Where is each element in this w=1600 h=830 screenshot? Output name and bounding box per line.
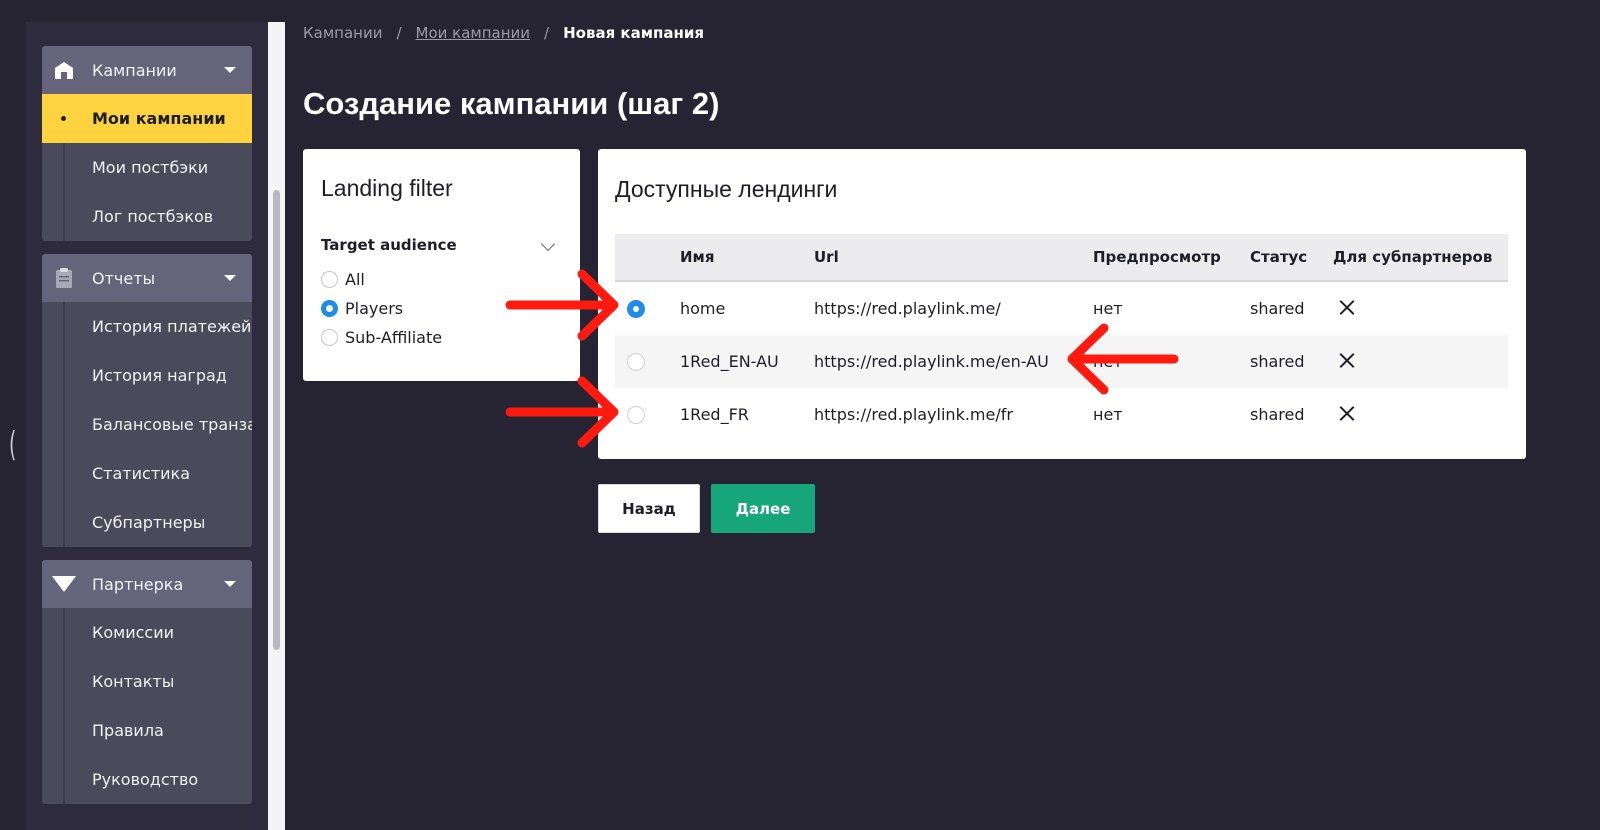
row-radio-button[interactable]	[627, 352, 645, 371]
landing-preview: нет	[1093, 405, 1123, 424]
breadcrumb-separator: /	[396, 24, 402, 42]
sidebar-collapse-rail[interactable]: (	[0, 0, 25, 830]
landing-url: https://red.playlink.me/	[814, 299, 1001, 318]
sidebar-item-statistics[interactable]: Статистика	[42, 449, 252, 498]
table-row[interactable]: 1Red_EN-AU https://red.playlink.me/en-AU…	[615, 335, 1508, 388]
landing-status: shared	[1250, 299, 1305, 318]
landings-table: Имя Url Предпросмотр Статус Для субпартн…	[615, 234, 1508, 441]
sidebar-item-label: Правила	[92, 721, 164, 740]
sidebar-group-label: Отчеты	[92, 268, 156, 288]
sidebar-item-my-postbacks[interactable]: Мои постбэки	[42, 143, 252, 192]
sidebar-item-label: Балансовые транзакци	[92, 415, 252, 434]
filter-title: Landing filter	[321, 175, 453, 201]
column-header-url: Url	[814, 248, 839, 266]
breadcrumb: Кампании / Мои кампании / Новая кампания	[303, 24, 704, 42]
close-icon	[1339, 299, 1355, 315]
page-title: Создание кампании (шаг 2)	[303, 86, 720, 121]
table-row[interactable]: 1Red_FR https://red.playlink.me/fr нет s…	[615, 388, 1508, 441]
sidebar-item-label: Мои кампании	[92, 109, 226, 128]
breadcrumb-item-campaigns[interactable]: Кампании	[303, 24, 382, 42]
sidebar-group-header-campaigns[interactable]: Кампании	[42, 46, 252, 94]
sidebar-item-rules[interactable]: Правила	[42, 706, 252, 755]
breadcrumb-item-new-campaign: Новая кампания	[563, 24, 704, 42]
sidebar-group-header-affiliate[interactable]: Партнерка	[42, 560, 252, 608]
landing-name: home	[680, 299, 726, 318]
audience-option-players[interactable]: Players	[321, 299, 403, 318]
column-header-preview: Предпросмотр	[1093, 248, 1221, 266]
sidebar-item-label: Контакты	[92, 672, 175, 691]
sidebar-item-label: История наград	[92, 366, 227, 385]
sidebar-item-balance-transactions[interactable]: Балансовые транзакци	[42, 400, 252, 449]
sidebar-item-label: История платежей	[92, 317, 252, 336]
sidebar-group-campaigns: Кампании Мои кампании Мои постбэки Лог п…	[42, 46, 252, 241]
radio-button[interactable]	[321, 271, 338, 288]
chevron-down-icon[interactable]	[540, 236, 556, 252]
row-radio-button[interactable]	[627, 405, 645, 424]
store-icon	[52, 58, 76, 82]
sidebar-group-label: Партнерка	[92, 574, 184, 594]
sidebar-item-subpartners[interactable]: Субпартнеры	[42, 498, 252, 547]
landing-name: 1Red_FR	[680, 405, 749, 424]
radio-label: All	[345, 270, 365, 289]
sidebar-group-reports: Отчеты История платежей История наград Б…	[42, 254, 252, 547]
column-header-name: Имя	[680, 248, 715, 266]
clipboard-icon	[52, 266, 76, 290]
close-icon	[1339, 405, 1355, 421]
radio-label: Sub-Affiliate	[345, 328, 443, 347]
landing-url: https://red.playlink.me/fr	[814, 405, 1013, 424]
sidebar-item-reward-history[interactable]: История наград	[42, 351, 252, 400]
breadcrumb-item-my-campaigns[interactable]: Мои кампании	[416, 24, 531, 42]
table-header: Имя Url Предпросмотр Статус Для субпартн…	[615, 234, 1508, 282]
sidebar-item-my-campaigns[interactable]: Мои кампании	[42, 94, 252, 143]
sidebar-item-postback-log[interactable]: Лог постбэков	[42, 192, 252, 241]
sidebar-group-affiliate: Партнерка Комиссии Контакты Правила Руко…	[42, 560, 252, 804]
row-radio-button[interactable]	[627, 299, 645, 318]
sidebar-scrollbar-thumb[interactable]	[273, 190, 280, 650]
audience-option-sub-affiliate[interactable]: Sub-Affiliate	[321, 328, 442, 347]
target-audience-label: Target audience	[321, 236, 457, 254]
radio-label: Players	[345, 299, 404, 318]
landing-status: shared	[1250, 405, 1305, 424]
caret-down-icon	[224, 581, 236, 587]
sidebar-item-label: Субпартнеры	[92, 513, 206, 532]
sidebar-item-label: Статистика	[92, 464, 190, 483]
back-button[interactable]: Назад	[598, 484, 700, 533]
sidebar-item-label: Лог постбэков	[92, 207, 214, 226]
funnel-icon	[52, 572, 76, 596]
radio-button[interactable]	[321, 300, 338, 317]
table-row[interactable]: home https://red.playlink.me/ нет shared	[615, 282, 1508, 335]
sidebar-group-header-reports[interactable]: Отчеты	[42, 254, 252, 302]
chevron-left-icon[interactable]: (	[9, 428, 16, 462]
sidebar-item-label: Комиссии	[92, 623, 175, 642]
landing-filter-card: Landing filter Target audience All Playe…	[303, 149, 580, 381]
sidebar-item-commissions[interactable]: Комиссии	[42, 608, 252, 657]
landing-url: https://red.playlink.me/en-AU	[814, 352, 1049, 371]
landing-preview: нет	[1093, 352, 1123, 371]
audience-option-all[interactable]: All	[321, 270, 365, 289]
sidebar-item-guide[interactable]: Руководство	[42, 755, 252, 804]
landing-preview: нет	[1093, 299, 1123, 318]
caret-down-icon	[224, 275, 236, 281]
active-dot-icon	[61, 116, 66, 121]
close-icon	[1339, 352, 1355, 368]
landing-status: shared	[1250, 352, 1305, 371]
available-landings-card: Доступные лендинги Имя Url Предпросмотр …	[598, 149, 1526, 459]
column-header-status: Статус	[1250, 248, 1308, 266]
next-button[interactable]: Далее	[711, 484, 815, 533]
sidebar-group-label: Кампании	[92, 60, 177, 80]
landings-title: Доступные лендинги	[615, 176, 838, 202]
caret-down-icon	[224, 67, 236, 73]
sidebar-item-payment-history[interactable]: История платежей	[42, 302, 252, 351]
sidebar-item-label: Мои постбэки	[92, 158, 209, 177]
breadcrumb-separator: /	[544, 24, 550, 42]
column-header-for-subpartners: Для субпартнеров	[1333, 248, 1493, 266]
radio-button[interactable]	[321, 329, 338, 346]
sidebar-item-label: Руководство	[92, 770, 199, 789]
sidebar-item-contacts[interactable]: Контакты	[42, 657, 252, 706]
landing-name: 1Red_EN-AU	[680, 352, 779, 371]
